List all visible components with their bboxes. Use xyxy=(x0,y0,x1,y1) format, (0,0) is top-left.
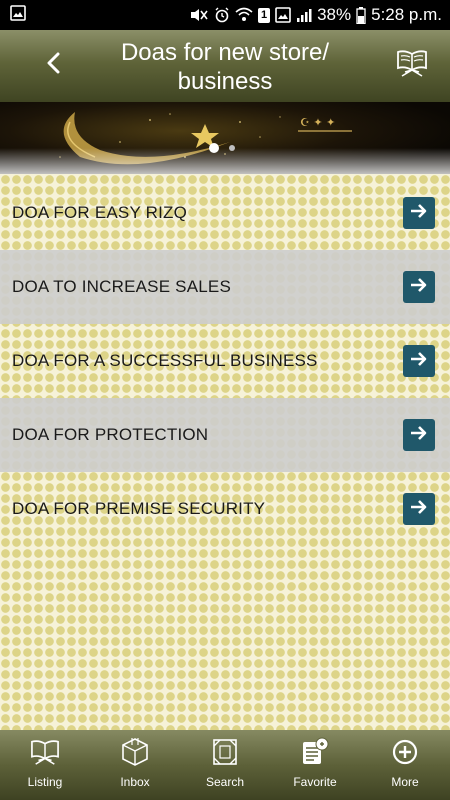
back-button[interactable] xyxy=(36,50,72,80)
page-title: Doas for new store/ business xyxy=(120,39,330,95)
arrow-right-icon xyxy=(410,499,428,520)
chevron-left-icon xyxy=(46,52,62,79)
banner-image[interactable]: ☪ ✦ ✦ xyxy=(0,102,450,174)
signal-icon xyxy=(296,7,312,23)
banner-dot[interactable] xyxy=(229,145,235,151)
nav-more[interactable]: More xyxy=(360,730,450,800)
mute-icon xyxy=(189,7,209,23)
nav-listing[interactable]: Listing xyxy=(0,730,90,800)
open-item-button[interactable] xyxy=(403,493,435,525)
nav-label: Favorite xyxy=(293,775,337,789)
box-icon xyxy=(121,737,149,767)
wifi-icon xyxy=(235,7,253,23)
open-book-icon xyxy=(30,737,60,767)
arrow-right-icon xyxy=(410,351,428,372)
image-notification-icon xyxy=(275,7,291,23)
open-book-icon xyxy=(396,48,428,83)
banner-dot-active[interactable] xyxy=(209,143,219,153)
open-item-button[interactable] xyxy=(403,345,435,377)
bottom-navigation: Listing Inbox Search Favorite More xyxy=(0,730,450,800)
open-item-button[interactable] xyxy=(403,197,435,229)
banner-pagination xyxy=(209,143,235,153)
open-item-button[interactable] xyxy=(403,419,435,451)
arrow-right-icon xyxy=(410,425,428,446)
book-button[interactable] xyxy=(394,48,430,82)
open-item-button[interactable] xyxy=(403,271,435,303)
list-item[interactable]: DOA TO INCREASE SALES xyxy=(0,250,450,324)
clock: 5:28 p.m. xyxy=(371,5,442,24)
nav-label: Search xyxy=(205,775,245,789)
arrow-right-icon xyxy=(410,203,428,224)
app-header: Doas for new store/ business xyxy=(0,30,450,102)
list-item-label: DOA FOR A SUCCESSFUL BUSINESS xyxy=(12,351,318,370)
favorite-list-icon xyxy=(300,737,330,767)
list-item[interactable]: DOA FOR A SUCCESSFUL BUSINESS xyxy=(0,324,450,398)
list-item-label: DOA FOR PREMISE SECURITY xyxy=(12,499,266,518)
list-item[interactable]: DOA FOR EASY RIZQ xyxy=(0,176,450,250)
search-frame-icon xyxy=(211,737,239,767)
nav-search[interactable]: Search xyxy=(180,730,270,800)
list-item[interactable]: DOA FOR PROTECTION xyxy=(0,398,450,472)
status-bar: 1 38% 5:28 p.m. xyxy=(0,0,450,30)
list-item[interactable]: DOA FOR PREMISE SECURITY xyxy=(0,472,450,546)
list-item-label: DOA FOR EASY RIZQ xyxy=(12,203,188,222)
nav-favorite[interactable]: Favorite xyxy=(270,730,360,800)
sim-badge: 1 xyxy=(258,7,271,23)
battery-icon xyxy=(356,6,366,24)
banner-logo-text: ☪ ✦ ✦ xyxy=(300,116,335,129)
nav-label: More xyxy=(391,775,419,789)
gallery-notification-icon xyxy=(10,4,26,26)
nav-label: Listing xyxy=(27,775,63,789)
nav-inbox[interactable]: Inbox xyxy=(90,730,180,800)
nav-label: Inbox xyxy=(120,775,150,789)
plus-circle-icon xyxy=(391,737,419,767)
list-item-label: DOA TO INCREASE SALES xyxy=(12,277,231,296)
battery-percent: 38% xyxy=(317,5,352,24)
list-item-label: DOA FOR PROTECTION xyxy=(12,425,209,444)
alarm-icon xyxy=(214,7,230,23)
arrow-right-icon xyxy=(410,277,428,298)
doa-list: DOA FOR EASY RIZQ DOA TO INCREASE SALES … xyxy=(0,174,450,730)
